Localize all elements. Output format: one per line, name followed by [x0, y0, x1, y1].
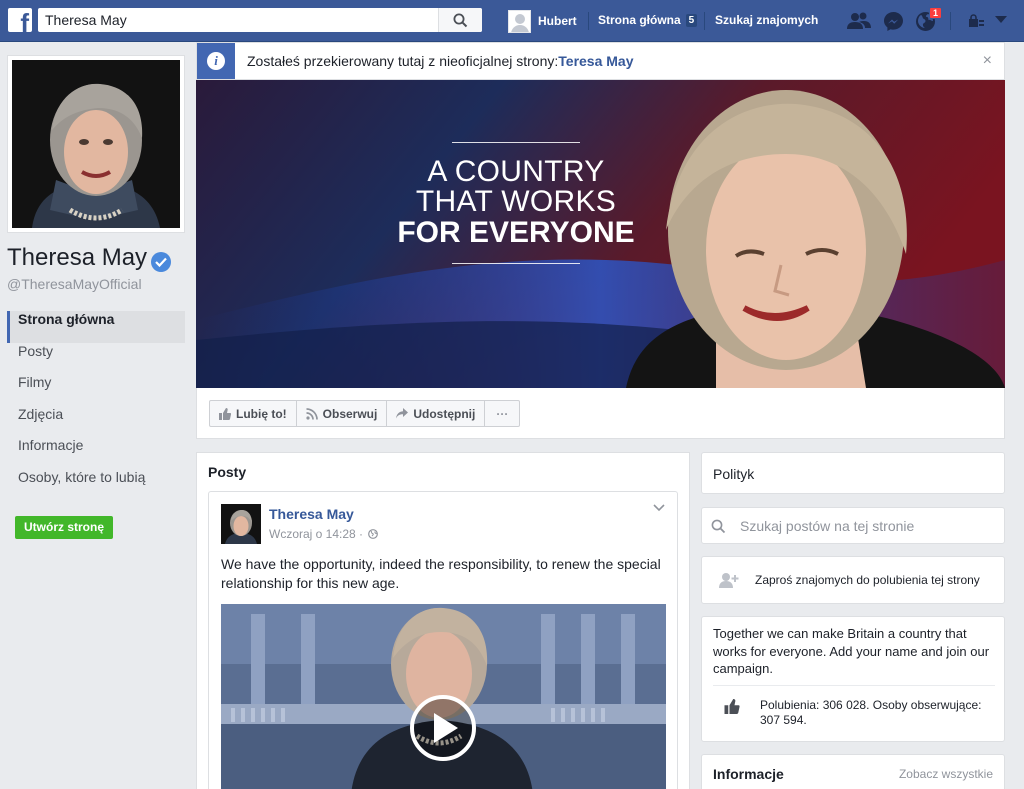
search-input[interactable]	[38, 8, 438, 32]
thumbs-up-icon	[724, 699, 740, 714]
nav-item-home[interactable]: Strona główna	[7, 311, 185, 343]
find-friends-link[interactable]: Szukaj znajomych	[715, 13, 818, 27]
follow-label: Obserwuj	[322, 406, 378, 421]
user-avatar	[508, 9, 531, 33]
divider	[950, 12, 951, 30]
slogan-line-3: FOR EVERYONE	[397, 216, 635, 249]
page-action-bar: Lubię to! Obserwuj Udostępnij ···	[196, 388, 1005, 439]
facebook-logo-icon[interactable]: f	[8, 8, 32, 32]
posts-panel: Posty Theresa May Wczoraj o 14:28 · We h…	[196, 452, 690, 789]
home-label: Strona główna	[598, 13, 681, 27]
like-label: Lubię to!	[236, 406, 287, 421]
thumbs-up-icon	[219, 407, 231, 420]
page-post-search	[701, 507, 1005, 544]
profile-picture[interactable]	[7, 55, 185, 233]
share-label: Udostępnij	[413, 406, 476, 421]
slogan-line-2: THAT WORKS	[415, 185, 617, 218]
posts-heading[interactable]: Posty	[208, 464, 246, 480]
add-friend-icon	[719, 573, 739, 588]
top-bar: f Hubert Strona główna 5 Szukaj znajomyc…	[0, 0, 1024, 42]
likes-followers-stats: Polubienia: 306 028. Osoby obserwujące: …	[760, 698, 982, 727]
author-photo-image	[221, 504, 261, 544]
follow-button[interactable]: Obserwuj	[295, 400, 388, 427]
slogan-rule-bottom	[452, 263, 580, 264]
nav-item-videos[interactable]: Filmy	[7, 374, 185, 406]
search-button[interactable]	[438, 8, 482, 32]
page-title: Theresa May	[7, 244, 148, 271]
slogan-line-1: A COUNTRY	[427, 155, 605, 188]
divider	[713, 685, 995, 686]
nav-item-photos[interactable]: Zdjęcia	[7, 406, 185, 438]
redirect-notice: i Zostałeś przekierowany tutaj z nieofic…	[196, 42, 1005, 80]
nav-item-about[interactable]: Informacje	[7, 437, 185, 469]
redirect-message: Zostałeś przekierowany tutaj z nieoficja…	[247, 53, 559, 69]
search-icon	[453, 13, 468, 28]
profile-photo-image	[12, 60, 180, 228]
post-author-avatar[interactable]	[221, 504, 261, 544]
see-all-link[interactable]: Zobacz wszystkie	[899, 767, 993, 781]
verified-badge-icon	[151, 252, 171, 272]
share-button[interactable]: Udostępnij	[386, 400, 486, 427]
about-card: Together we can make Britain a country t…	[701, 616, 1005, 742]
friend-requests-icon[interactable]	[847, 11, 871, 31]
invite-friends-label: Zaproś znajomych do polubienia tej stron…	[755, 573, 980, 587]
nav-item-likes[interactable]: Osoby, które to lubią	[7, 469, 185, 501]
search-box	[38, 8, 482, 32]
page-handle[interactable]: @TheresaMayOfficial	[7, 276, 142, 292]
post-card: Theresa May Wczoraj o 14:28 · We have th…	[208, 491, 678, 789]
info-icon: i	[207, 52, 225, 70]
rss-icon	[306, 407, 318, 420]
info-icon-box: i	[197, 43, 235, 79]
user-name: Hubert	[538, 14, 577, 28]
notifications-count-badge: 1	[929, 7, 943, 19]
left-nav: Strona główna Posty Filmy Zdjęcia Inform…	[7, 311, 185, 500]
privacy-shortcuts-icon[interactable]	[968, 14, 984, 28]
page-category[interactable]: Polityk	[713, 466, 754, 482]
post-video[interactable]	[221, 604, 666, 789]
nav-item-posts[interactable]: Posty	[7, 343, 185, 375]
home-count-badge: 5	[685, 13, 698, 27]
profile-link[interactable]: Hubert	[508, 9, 577, 33]
post-author-name[interactable]: Theresa May	[269, 506, 354, 522]
post-options-chevron-icon[interactable]	[653, 504, 665, 512]
share-arrow-icon	[396, 408, 409, 419]
more-label: ···	[496, 406, 509, 421]
globe-privacy-icon	[368, 529, 378, 539]
about-description: Together we can make Britain a country t…	[713, 626, 990, 676]
home-link[interactable]: Strona główna 5	[598, 13, 698, 27]
video-thumbnail-image	[221, 604, 666, 789]
info-card: Informacje Zobacz wszystkie	[701, 754, 1005, 789]
info-heading: Informacje	[713, 766, 784, 782]
slogan-rule-top	[452, 142, 580, 143]
unofficial-page-link[interactable]: Teresa May	[558, 53, 633, 69]
search-icon	[711, 519, 726, 534]
create-page-button[interactable]: Utwórz stronę	[15, 516, 114, 539]
account-menu-chevron-down-icon[interactable]	[995, 16, 1007, 24]
redirect-text: Zostałeś przekierowany tutaj z nieoficja…	[247, 53, 634, 69]
cover-photo[interactable]: A COUNTRY THAT WORKS FOR EVERYONE	[196, 80, 1005, 388]
cover-slogan: A COUNTRY THAT WORKS FOR EVERYONE	[386, 142, 646, 264]
messages-icon[interactable]	[883, 11, 904, 32]
page-category-card: Polityk	[701, 452, 1005, 494]
close-icon[interactable]: ×	[983, 52, 992, 70]
page-post-search-input[interactable]	[740, 508, 1000, 543]
post-message: We have the opportunity, indeed the resp…	[221, 556, 661, 591]
page-actions: Lubię to! Obserwuj Udostępnij ···	[209, 400, 521, 427]
divider	[704, 12, 705, 30]
post-timestamp: Wczoraj o 14:28 ·	[269, 527, 378, 541]
invite-friends-card[interactable]: Zaproś znajomych do polubienia tej stron…	[701, 556, 1005, 604]
post-time-text[interactable]: Wczoraj o 14:28 ·	[269, 527, 363, 541]
divider	[588, 12, 589, 30]
more-options-button[interactable]: ···	[484, 400, 521, 427]
like-button[interactable]: Lubię to!	[209, 400, 297, 427]
